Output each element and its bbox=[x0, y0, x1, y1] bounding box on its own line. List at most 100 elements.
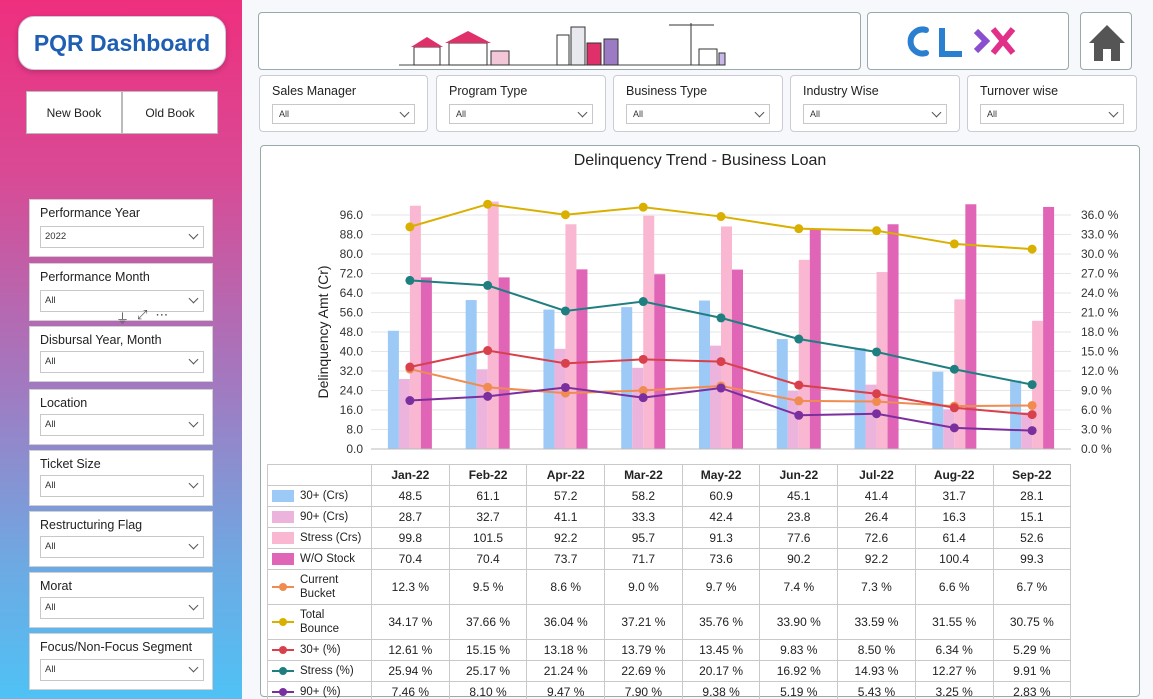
program-type-dropdown[interactable]: All bbox=[449, 104, 593, 124]
bar bbox=[932, 371, 944, 449]
table-cell: 45.1 bbox=[759, 485, 839, 507]
focus-segment-dropdown[interactable]: All bbox=[40, 659, 204, 681]
legend-swatch bbox=[272, 531, 294, 544]
dropdown-value: 2022 bbox=[45, 231, 67, 242]
table-cell: 3.25 % bbox=[914, 681, 994, 699]
disbursal-dropdown[interactable]: All bbox=[40, 351, 204, 373]
x-tick-label: Mar-22 bbox=[604, 464, 683, 486]
series-point bbox=[483, 346, 493, 356]
bar bbox=[699, 300, 710, 449]
table-cell: 8.50 % bbox=[837, 639, 916, 661]
table-cell: 16.92 % bbox=[759, 660, 839, 682]
series-point bbox=[405, 396, 415, 406]
slicer-label: Location bbox=[40, 396, 88, 410]
series-point bbox=[1027, 426, 1037, 436]
turnover-wise-dropdown[interactable]: All bbox=[980, 104, 1124, 124]
series-name: W/O Stock bbox=[300, 553, 355, 565]
table-cell: 60.9 bbox=[681, 485, 761, 507]
focus-icon[interactable]: ⤢ bbox=[137, 308, 147, 327]
table-cell: 90.2 bbox=[759, 548, 839, 570]
dashboard-title: PQR Dashboard bbox=[18, 16, 226, 70]
chevron-down-icon bbox=[399, 107, 410, 118]
bar bbox=[498, 277, 510, 449]
table-row: Stress (%) 25.94 % 25.17 % 21.24 % 22.69 % 20… bbox=[267, 660, 1072, 682]
table-row: 90+ (Crs) 28.7 32.7 41.1 33.3 42.4 23.8 26.4 16.… bbox=[267, 506, 1072, 528]
table-cell: 77.6 bbox=[759, 527, 839, 549]
more-options-icon[interactable]: ⋯ bbox=[155, 308, 168, 327]
old-book-button[interactable]: Old Book bbox=[122, 91, 218, 134]
table-cell: 26.4 bbox=[837, 506, 916, 528]
series-point bbox=[638, 354, 648, 364]
series-point bbox=[1027, 244, 1037, 254]
filter-icon[interactable]: ⏚ bbox=[116, 308, 129, 327]
table-cell: 28.1 bbox=[992, 485, 1072, 507]
table-cell: 13.18 % bbox=[526, 639, 606, 661]
table-cell: 41.1 bbox=[526, 506, 606, 528]
bar bbox=[487, 201, 499, 449]
table-cell: 15.15 % bbox=[448, 639, 528, 661]
industry-wise-dropdown[interactable]: All bbox=[803, 104, 947, 124]
table-cell: 71.7 bbox=[604, 548, 683, 570]
y-tick-label: 64.0 bbox=[340, 286, 364, 300]
chevron-down-icon bbox=[577, 107, 588, 118]
table-cell: 20.17 % bbox=[681, 660, 761, 682]
y-tick-label: 16.0 bbox=[340, 403, 364, 417]
series-point bbox=[872, 397, 882, 407]
y2-tick-label: 24.0 % bbox=[1081, 286, 1119, 300]
table-cell: 31.7 bbox=[914, 485, 994, 507]
legend-line-marker bbox=[272, 666, 294, 676]
bar bbox=[398, 379, 410, 449]
y2-tick-label: 36.0 % bbox=[1081, 208, 1119, 222]
table-cell: 35.76 % bbox=[681, 604, 761, 640]
table-cell: 36.04 % bbox=[526, 604, 606, 640]
series-point bbox=[794, 334, 804, 344]
series-point bbox=[949, 239, 959, 249]
filter-business-type: Business Type All bbox=[613, 75, 783, 132]
legend-line-marker bbox=[272, 617, 294, 627]
series-point bbox=[638, 297, 648, 307]
chevron-down-icon bbox=[188, 293, 199, 304]
x-tick-label: Feb-22 bbox=[448, 464, 528, 486]
table-cell: 9.47 % bbox=[526, 681, 606, 699]
series-point bbox=[949, 423, 959, 433]
series-name: Stress (%) bbox=[300, 665, 354, 677]
filter-program-type: Program Type All bbox=[436, 75, 606, 132]
dropdown-value: All bbox=[45, 602, 56, 613]
table-cell: 41.4 bbox=[837, 485, 916, 507]
new-book-button[interactable]: New Book bbox=[26, 91, 122, 134]
table-cell: 25.17 % bbox=[448, 660, 528, 682]
series-point bbox=[1027, 410, 1037, 420]
y2-tick-label: 30.0 % bbox=[1081, 247, 1119, 261]
table-cell: 34.17 % bbox=[371, 604, 450, 640]
morat-dropdown[interactable]: All bbox=[40, 597, 204, 619]
x-tick-label: May-22 bbox=[681, 464, 761, 486]
y2-tick-label: 12.0 % bbox=[1081, 364, 1119, 378]
series-name: Current Bucket bbox=[300, 574, 339, 600]
city-skyline-icon bbox=[399, 23, 726, 66]
home-button[interactable] bbox=[1080, 12, 1132, 70]
table-cell: 91.3 bbox=[681, 527, 761, 549]
chevron-down-icon bbox=[188, 229, 199, 240]
table-row: 90+ (%) 7.46 % 8.10 % 9.47 % 7.90 % 9.38 % 5.1… bbox=[267, 681, 1072, 699]
y-tick-label: 56.0 bbox=[340, 306, 364, 320]
restructuring-flag-dropdown[interactable]: All bbox=[40, 536, 204, 558]
table-cell: 13.79 % bbox=[604, 639, 683, 661]
location-dropdown[interactable]: All bbox=[40, 414, 204, 436]
series-point bbox=[483, 280, 493, 290]
filter-label: Program Type bbox=[449, 84, 528, 98]
table-cell: 14.93 % bbox=[837, 660, 916, 682]
table-cell: 9.5 % bbox=[448, 569, 528, 605]
performance-year-dropdown[interactable]: 2022 bbox=[40, 226, 204, 248]
series-legend-cell: Total Bounce bbox=[267, 604, 372, 640]
y-tick-label: 0.0 bbox=[346, 442, 363, 456]
ticket-size-dropdown[interactable]: All bbox=[40, 475, 204, 497]
series-legend-cell: 30+ (Crs) bbox=[267, 485, 372, 507]
table-cell: 92.2 bbox=[526, 527, 606, 549]
chevron-down-icon bbox=[188, 417, 199, 428]
series-legend-cell: Stress (%) bbox=[267, 660, 372, 682]
sales-manager-dropdown[interactable]: All bbox=[272, 104, 415, 124]
business-type-dropdown[interactable]: All bbox=[626, 104, 770, 124]
table-cell: 12.27 % bbox=[914, 660, 994, 682]
table-cell: 52.6 bbox=[992, 527, 1072, 549]
chevron-down-icon bbox=[188, 354, 199, 365]
